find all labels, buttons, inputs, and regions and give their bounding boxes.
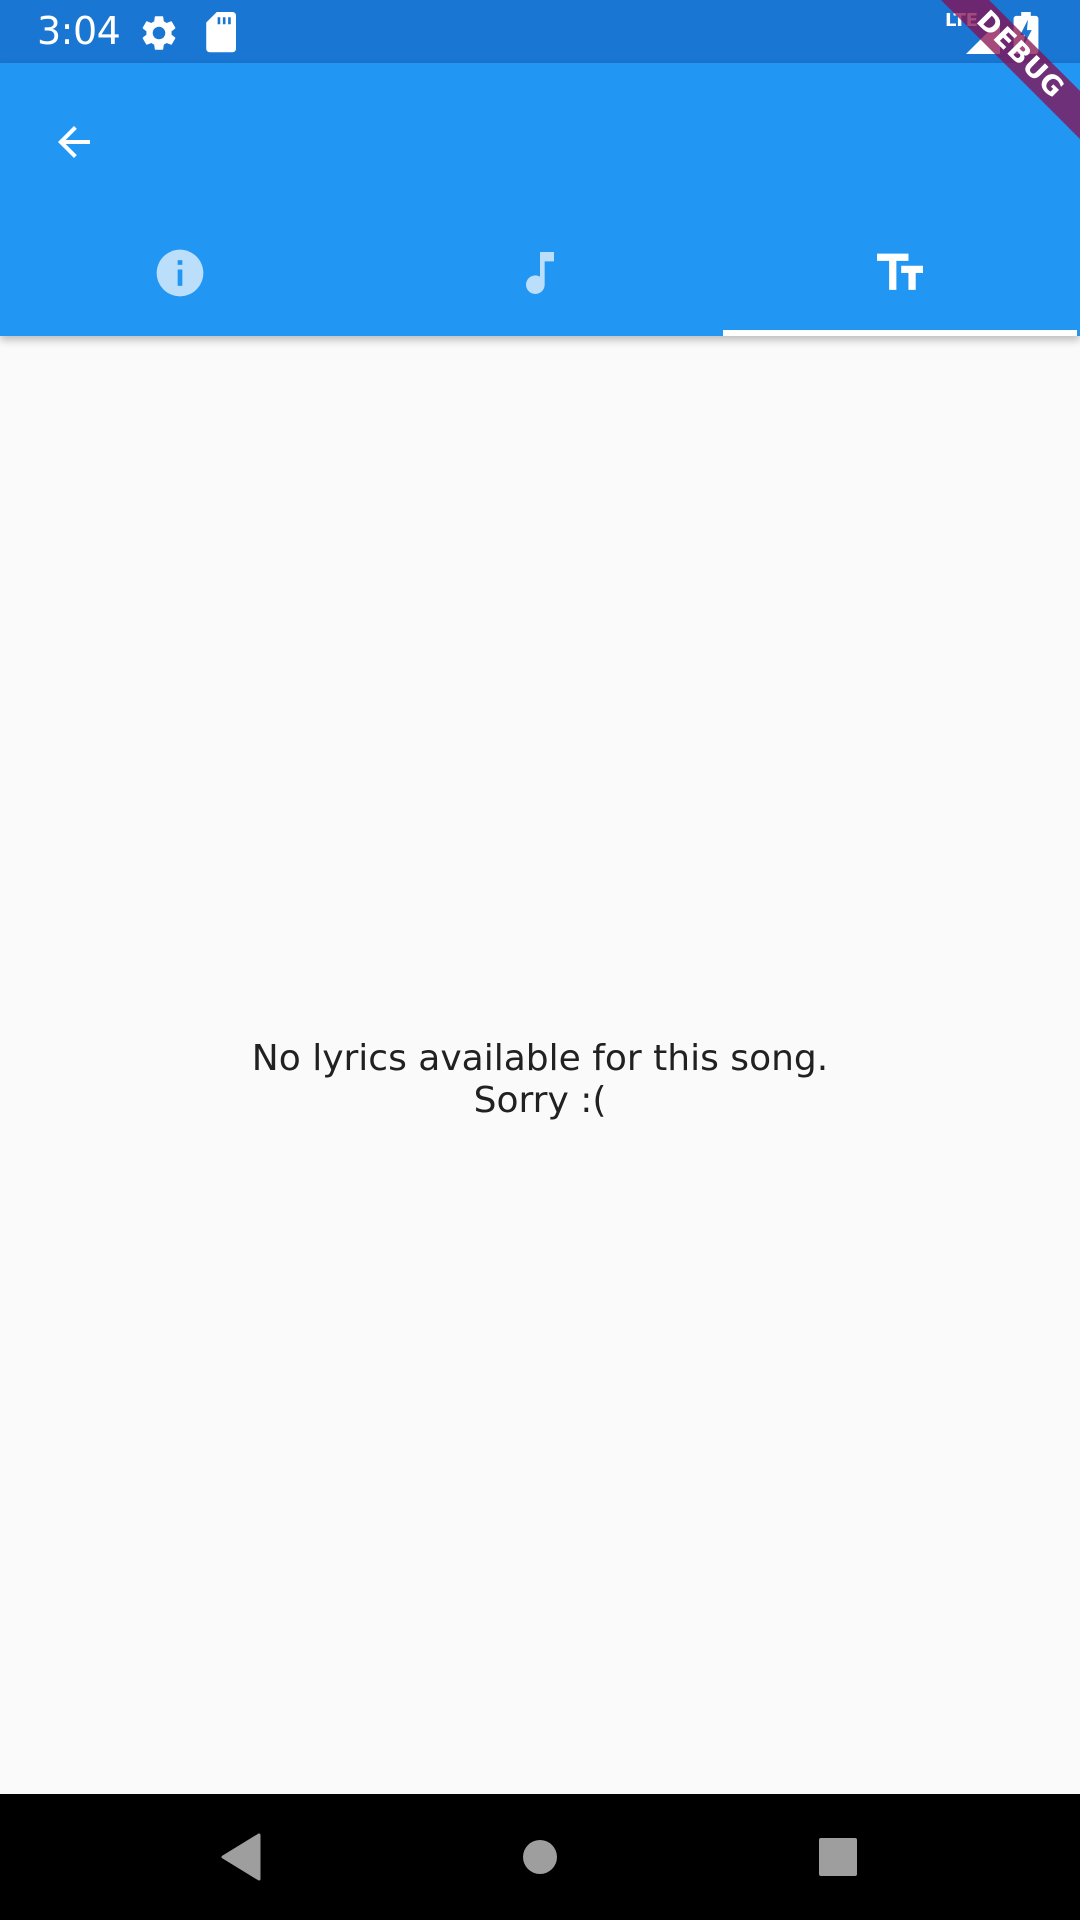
nav-recents-icon — [819, 1838, 857, 1876]
screen: 3:04 LTE DEBUG — [0, 0, 1080, 1920]
info-icon — [156, 249, 204, 297]
app-bar — [0, 63, 1080, 336]
arrow-back-icon — [58, 126, 90, 158]
status-time: 3:04 — [37, 9, 121, 53]
sd-card-icon — [206, 12, 236, 53]
system-nav-bar — [0, 1794, 1080, 1920]
nav-back-button[interactable] — [211, 1827, 271, 1887]
text-fields-icon — [877, 253, 923, 290]
no-lyrics-message-line2: Sorry :( — [473, 1080, 607, 1121]
lyrics-content: No lyrics available for this song. Sorry… — [0, 336, 1080, 1794]
back-button[interactable] — [36, 104, 112, 180]
nav-recents-button[interactable] — [808, 1827, 868, 1887]
tab-info[interactable] — [0, 210, 360, 336]
tab-lyrics[interactable] — [720, 210, 1080, 336]
status-bar: 3:04 LTE — [0, 0, 1080, 63]
nav-back-icon — [221, 1833, 261, 1881]
gear-icon — [142, 16, 176, 50]
nav-home-icon — [523, 1840, 557, 1874]
tab-music[interactable] — [360, 210, 720, 336]
no-lyrics-message-line1: No lyrics available for this song. — [251, 1038, 829, 1079]
nav-home-button[interactable] — [510, 1827, 570, 1887]
tab-selected-indicator — [723, 330, 1077, 336]
music-note-icon — [526, 252, 554, 294]
tab-bar — [0, 210, 1080, 336]
no-lyrics-message: No lyrics available for this song. Sorry… — [252, 1038, 828, 1122]
